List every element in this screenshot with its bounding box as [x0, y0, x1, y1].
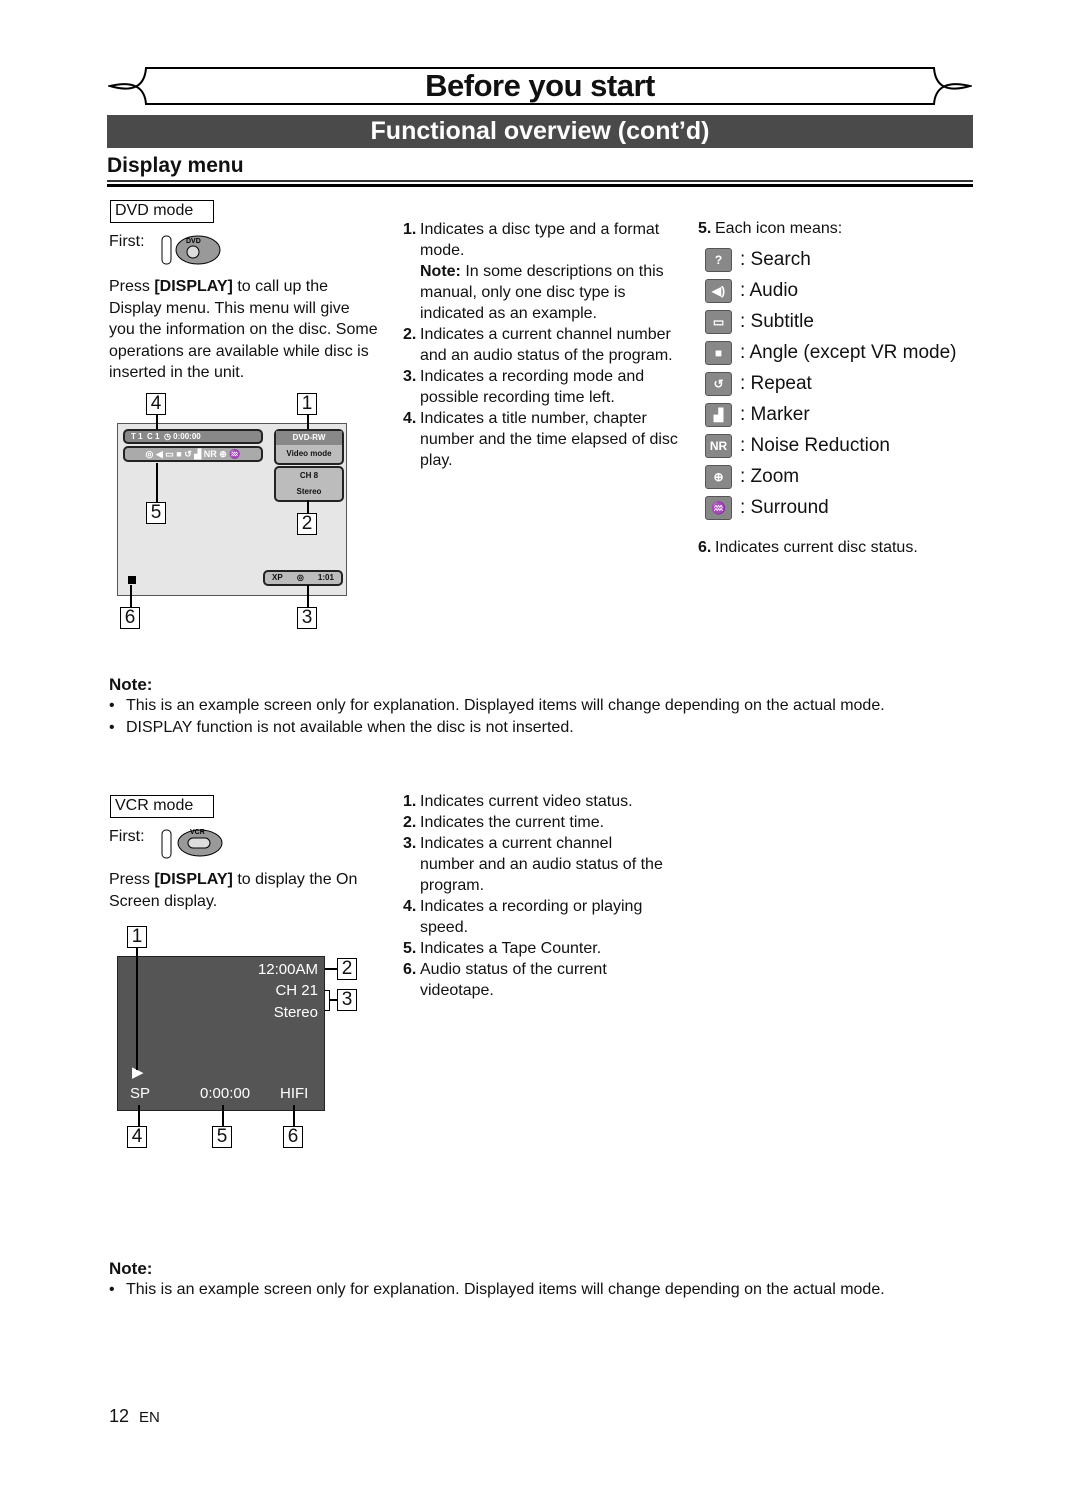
icon-legend: ?: Search ◀): Audio ▭: Subtitle ■: Angle (e…: [705, 244, 957, 523]
page-footer: 12 EN: [109, 1406, 160, 1427]
marker-icon: ▟: [705, 402, 732, 427]
callout-6: 6: [283, 1126, 303, 1148]
list-item: 2. Indicates a current channel number and…: [403, 326, 673, 364]
audio-icon: ◀): [705, 278, 732, 303]
record-mode-box: XP ◎ 1:01: [263, 570, 343, 586]
title-chapter-time: T 1 C 1 ◷ 0:00:00: [123, 429, 263, 444]
list-item: 1. Indicates a disc type and a format mod…: [403, 221, 664, 322]
language-code: EN: [139, 1409, 160, 1426]
first-label: First:: [109, 828, 145, 845]
surround-icon: ♒: [705, 495, 732, 520]
vcr-mode-label: VCR mode: [110, 795, 214, 818]
zoom-icon: ⊕: [705, 464, 732, 489]
dvd-disc-icon: DVD: [161, 235, 221, 265]
audio-text: Stereo: [273, 1004, 318, 1021]
svg-text:DVD: DVD: [186, 238, 201, 245]
vcr-display-example: 12:00AM CH 21 Stereo ▶ SP 0:00:00 HIFI: [117, 956, 325, 1111]
stop-status-icon: [128, 576, 136, 584]
note-bullet: • This is an example screen only for expl…: [109, 1281, 885, 1298]
divider: [107, 180, 973, 182]
section-title: Before you start: [425, 68, 655, 103]
icon-legend-item: ■: Angle (except VR mode): [705, 337, 957, 368]
callout-1: 1: [127, 926, 147, 948]
callout-4: 4: [127, 1126, 147, 1148]
icon-legend-item: ▭: Subtitle: [705, 306, 957, 337]
icon-legend-item: ▟: Marker: [705, 399, 957, 430]
tape-counter: 0:00:00: [200, 1085, 251, 1102]
note-bullet: • DISPLAY function is not available when …: [109, 718, 574, 736]
list-item: 6. Indicates current disc status.: [698, 539, 918, 556]
list-item: 4. Indicates a recording or playing speed…: [403, 898, 643, 936]
list-item: 1. Indicates current video status.: [403, 793, 633, 810]
icon-legend-item: ↺: Repeat: [705, 368, 957, 399]
subtitle-icon: ▭: [705, 309, 732, 334]
channel-text: CH 21: [275, 982, 318, 999]
list-item: 6. Audio status of the current videotape.: [403, 961, 607, 999]
list-item: 5. Each icon means:: [698, 220, 843, 237]
subsection-heading: Display menu: [107, 154, 244, 177]
list-item: 5. Indicates a Tape Counter.: [403, 940, 602, 957]
vcr-intro: Press [DISPLAY] to display the On Screen…: [109, 871, 358, 910]
disc-type-box: DVD-RW Video mode: [274, 429, 344, 465]
search-icon: ?: [705, 247, 732, 272]
callout-1: 1: [297, 393, 317, 415]
divider: [107, 184, 973, 187]
channel-box: CH 8 Stereo: [274, 466, 344, 502]
callout-4: 4: [146, 393, 166, 415]
icon-legend-item: ♒: Surround: [705, 492, 957, 523]
list-item: 2. Indicates the current time.: [403, 814, 605, 831]
vcr-note: Note: • This is an example screen only fo…: [109, 1259, 974, 1301]
svg-text:VCR: VCR: [190, 829, 205, 836]
page-number: 12: [109, 1406, 130, 1426]
dvd-intro: Press [DISPLAY] to call up the Display m…: [109, 278, 378, 381]
noise-reduction-icon: NR: [705, 433, 732, 458]
icon-legend-item: ?: Search: [705, 244, 957, 275]
callout-5: 5: [146, 502, 166, 524]
list-item: 4. Indicates a title number, chapter numb…: [403, 410, 678, 469]
dvd-note: Note: • This is an example screen only fo…: [109, 675, 974, 738]
callout-2: 2: [297, 513, 317, 535]
note-bullet: • This is an example screen only for expl…: [109, 697, 885, 714]
first-label: First:: [109, 233, 145, 250]
dvd-item-list: 1. Indicates a disc type and a format mod…: [403, 219, 678, 471]
page-title: Functional overview (cont’d): [107, 115, 973, 148]
clock-text: 12:00AM: [257, 961, 318, 978]
callout-2: 2: [337, 958, 357, 980]
icon-legend-item: NR: Noise Reduction: [705, 430, 957, 461]
function-icons-bar: ◎ ◀ ▭ ■ ↺ ▟ NR ⊕ ♒: [123, 446, 263, 462]
vcr-tape-icon: VCR: [161, 829, 223, 859]
list-item: 3. Indicates a current channel number and…: [403, 835, 663, 894]
callout-5: 5: [212, 1126, 232, 1148]
vcr-item-list: 1. Indicates current video status. 2. Indic…: [403, 791, 668, 1001]
dvd-mode-label: DVD mode: [110, 200, 214, 223]
hifi-text: HIFI: [280, 1085, 309, 1102]
icon-legend-item: ⊕: Zoom: [705, 461, 957, 492]
callout-3: 3: [337, 989, 357, 1011]
repeat-icon: ↺: [705, 371, 732, 396]
icon-legend-item: ◀): Audio: [705, 275, 957, 306]
list-item: 3. Indicates a recording mode and possibl…: [403, 368, 645, 406]
section-banner: Before you start: [108, 66, 972, 106]
speed-text: SP: [130, 1085, 151, 1102]
angle-icon: ■: [705, 340, 732, 365]
callout-6: 6: [120, 607, 140, 629]
callout-3: 3: [297, 607, 317, 629]
